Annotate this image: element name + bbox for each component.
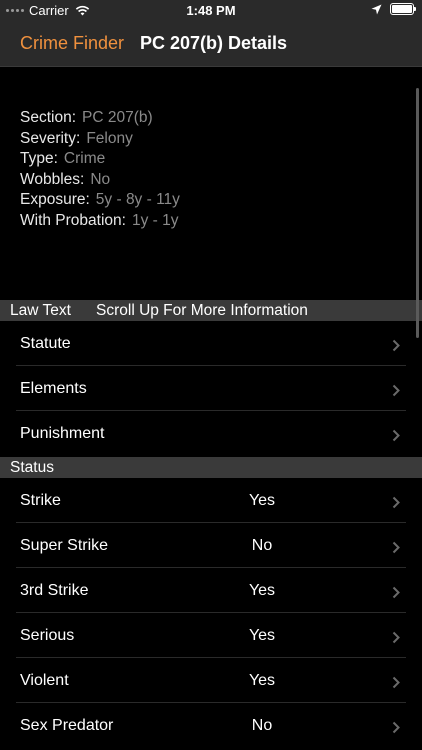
detail-wobbles: Wobbles: No xyxy=(20,170,180,191)
scroll-hint: Scroll Up For More Information xyxy=(96,302,308,319)
row-serious[interactable]: Serious Yes xyxy=(0,613,422,658)
row-label: 3rd Strike xyxy=(20,582,89,599)
chevron-right-icon xyxy=(392,384,400,397)
back-button[interactable]: Crime Finder xyxy=(20,33,124,54)
chevron-right-icon xyxy=(392,676,400,689)
section-title: Law Text xyxy=(10,302,71,319)
row-value: Yes xyxy=(248,582,276,599)
detail-key: Exposure: xyxy=(20,191,90,208)
section-title: Status xyxy=(10,459,54,476)
detail-value: PC 207(b) xyxy=(82,109,153,126)
clock: 1:48 PM xyxy=(186,3,236,18)
details-panel: Section: PC 207(b) Severity: Felony Type: C… xyxy=(20,108,180,231)
row-super-strike[interactable]: Super Strike No xyxy=(0,523,422,568)
detail-key: With Probation: xyxy=(20,211,126,229)
detail-with-probation: With Probation: 1y - 1y xyxy=(20,211,180,232)
row-label: Super Strike xyxy=(20,537,109,554)
status-bar: Carrier 1:48 PM xyxy=(0,0,422,22)
row-label: Sex Predator xyxy=(20,717,114,734)
chevron-right-icon xyxy=(392,496,400,509)
row-sex-predator[interactable]: Sex Predator No xyxy=(0,703,422,748)
row-label: Statute xyxy=(20,335,71,352)
chevron-right-icon xyxy=(392,541,400,554)
detail-value: 1y - 1y xyxy=(131,211,179,229)
row-label: Serious xyxy=(20,627,75,644)
chevron-right-icon xyxy=(392,586,400,599)
detail-section: Section: PC 207(b) xyxy=(20,108,180,129)
row-value: No xyxy=(251,717,273,734)
scroll-indicator[interactable] xyxy=(416,88,419,338)
page-title: PC 207(b) Details xyxy=(140,33,288,53)
chevron-right-icon xyxy=(392,339,400,352)
chevron-right-icon xyxy=(392,721,400,734)
chevron-right-icon xyxy=(392,631,400,644)
row-3rd-strike[interactable]: 3rd Strike Yes xyxy=(0,568,422,613)
detail-key: Severity: xyxy=(20,129,81,147)
detail-severity: Severity: Felony xyxy=(20,129,180,150)
row-label: Strike xyxy=(20,492,61,509)
navigation-bar: Crime Finder PC 207(b) Details xyxy=(0,22,422,67)
detail-exposure: Exposure: 5y - 8y - 11y xyxy=(20,190,180,211)
row-value: No xyxy=(251,537,273,554)
row-punishment[interactable]: Punishment xyxy=(0,411,422,456)
battery-icon xyxy=(390,3,416,15)
location-arrow-icon xyxy=(371,4,382,14)
row-value: Yes xyxy=(248,492,276,509)
row-elements[interactable]: Elements xyxy=(0,366,422,411)
detail-value: No xyxy=(90,170,111,188)
row-violent[interactable]: Violent Yes xyxy=(0,658,422,703)
row-label: Violent xyxy=(20,672,69,689)
row-value: Yes xyxy=(248,627,276,644)
detail-value: Crime xyxy=(63,150,106,167)
row-label: Punishment xyxy=(20,425,105,442)
status-section-header: Status xyxy=(0,457,422,479)
law-text-section-header: Law Text Scroll Up For More Information xyxy=(0,300,422,322)
detail-key: Section: xyxy=(20,109,77,126)
detail-value: Felony xyxy=(86,129,133,147)
row-label: Elements xyxy=(20,380,87,397)
row-strike[interactable]: Strike Yes xyxy=(0,478,422,523)
detail-key: Type: xyxy=(20,150,58,167)
row-statute[interactable]: Statute xyxy=(0,321,422,366)
detail-key: Wobbles: xyxy=(20,170,85,188)
row-value: Yes xyxy=(248,672,276,689)
detail-type: Type: Crime xyxy=(20,149,180,170)
detail-value: 5y - 8y - 11y xyxy=(95,191,180,208)
chevron-right-icon xyxy=(392,429,400,442)
